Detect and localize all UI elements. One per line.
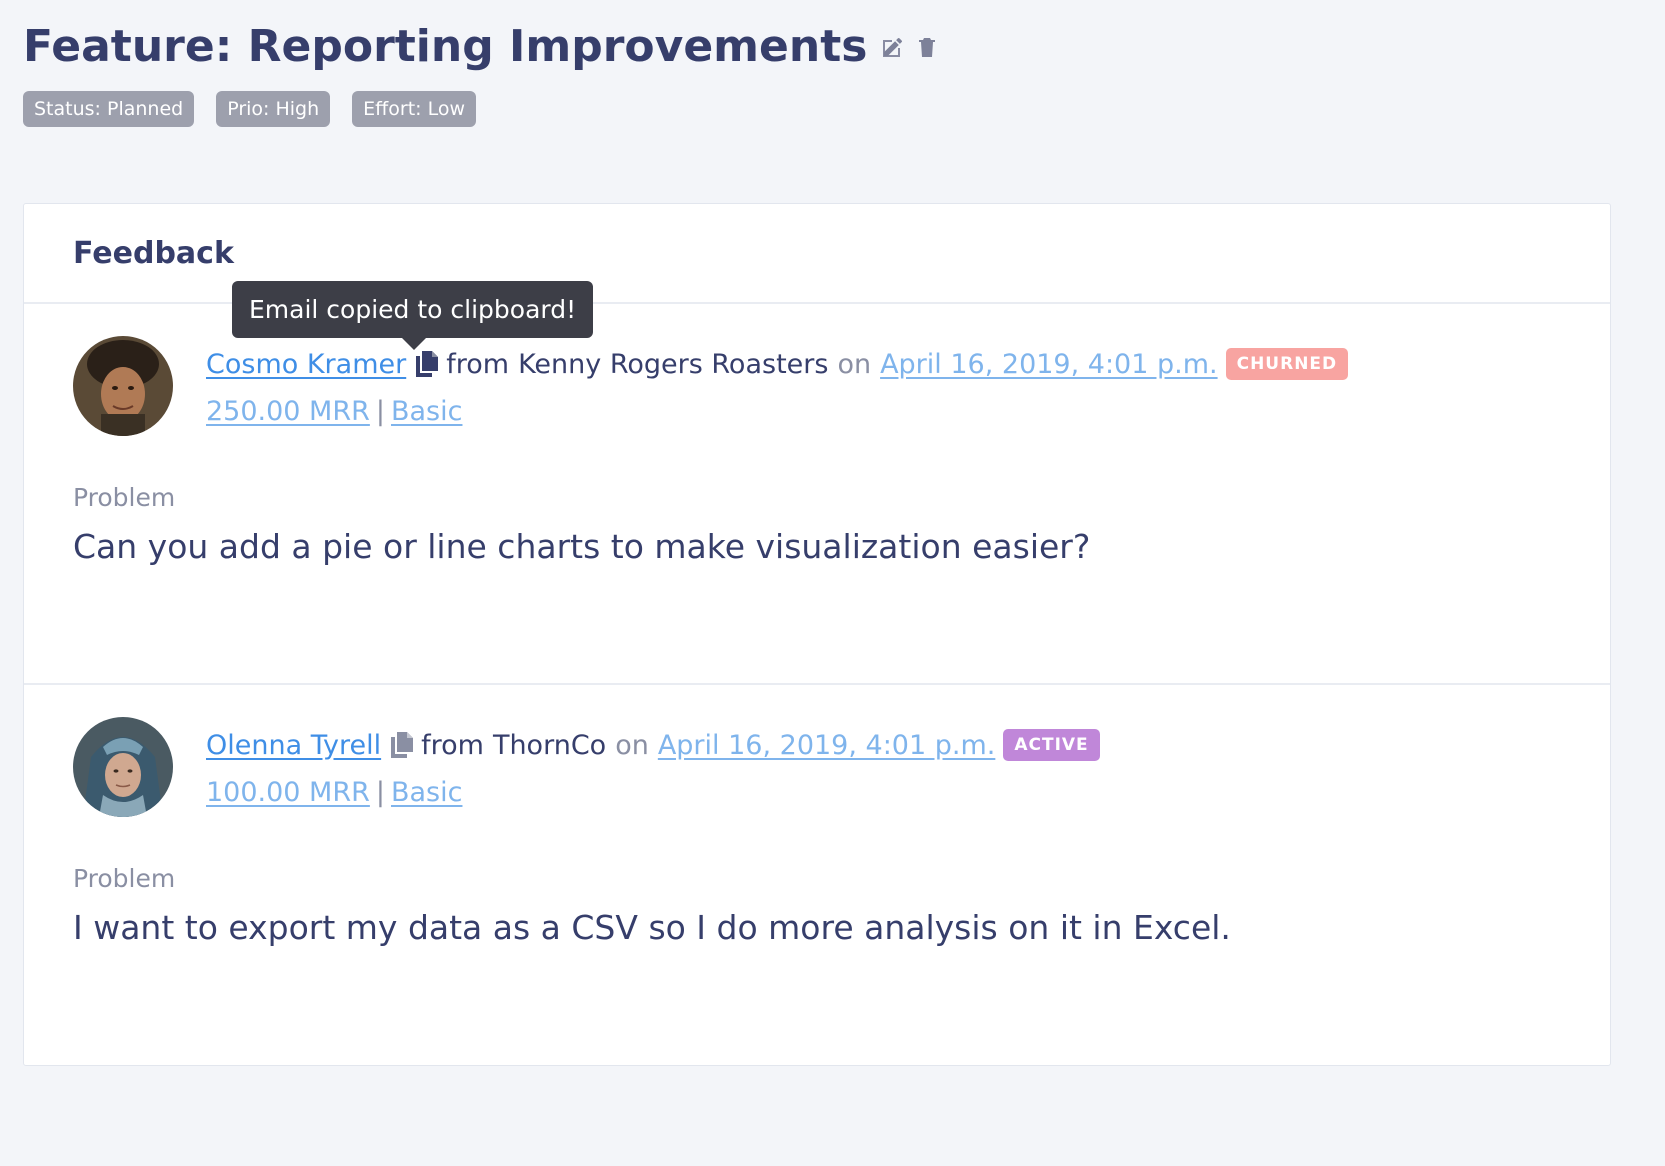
priority-tag: Prio: High bbox=[216, 91, 331, 127]
problem-label: Problem bbox=[73, 864, 176, 893]
feedback-meta: Cosmo Kramer from Kenny Rogers Roasters … bbox=[206, 342, 1590, 432]
plan-link[interactable]: Basic bbox=[391, 777, 462, 808]
effort-tag: Effort: Low bbox=[352, 91, 476, 127]
feedback-item: Cosmo Kramer from Kenny Rogers Roasters … bbox=[24, 304, 1610, 685]
mrr-link[interactable]: 250.00 MRR bbox=[206, 396, 370, 427]
edit-icon[interactable] bbox=[879, 33, 907, 61]
tag-list: Status: Planned Prio: High Effort: Low bbox=[23, 91, 1613, 127]
status-tag: Status: Planned bbox=[23, 91, 195, 127]
meta-line-secondary: 100.00 MRR | Basic bbox=[206, 773, 1590, 813]
from-label: from bbox=[421, 729, 484, 761]
on-label: on bbox=[615, 729, 649, 761]
mrr-link[interactable]: 100.00 MRR bbox=[206, 777, 370, 808]
on-label: on bbox=[837, 348, 872, 380]
avatar bbox=[73, 336, 173, 436]
from-label: from bbox=[446, 348, 510, 380]
problem-text: Can you add a pie or line charts to make… bbox=[73, 527, 1091, 566]
feedback-item: Olenna Tyrell from ThornCo on April 16, … bbox=[24, 685, 1610, 1066]
separator: | bbox=[375, 777, 385, 808]
problem-text: I want to export my data as a CSV so I d… bbox=[73, 908, 1231, 947]
problem-label: Problem bbox=[73, 483, 176, 512]
trash-icon[interactable] bbox=[913, 33, 941, 61]
plan-link[interactable]: Basic bbox=[391, 396, 462, 427]
page-title: Feature: Reporting Improvements bbox=[23, 21, 868, 72]
status-badge: ACTIVE bbox=[1003, 729, 1100, 761]
feedback-date-link[interactable]: April 16, 2019, 4:01 p.m. bbox=[658, 730, 996, 761]
company-name: Kenny Rogers Roasters bbox=[518, 348, 829, 380]
customer-name-link[interactable]: Cosmo Kramer bbox=[206, 349, 406, 380]
feedback-meta: Olenna Tyrell from ThornCo on April 16, … bbox=[206, 723, 1590, 813]
page-container: Feature: Reporting Improvements Status: … bbox=[23, 0, 1613, 1066]
feedback-date-link[interactable]: April 16, 2019, 4:01 p.m. bbox=[880, 349, 1218, 380]
title-row: Feature: Reporting Improvements bbox=[23, 0, 1613, 94]
copy-icon[interactable] bbox=[414, 349, 440, 379]
customer-name-link[interactable]: Olenna Tyrell bbox=[206, 730, 381, 761]
company-name: ThornCo bbox=[492, 729, 607, 761]
avatar bbox=[73, 717, 173, 817]
meta-line-primary: Olenna Tyrell from ThornCo on April 16, … bbox=[206, 723, 1590, 767]
status-badge: CHURNED bbox=[1225, 348, 1349, 380]
clipboard-tooltip: Email copied to clipboard! bbox=[232, 281, 594, 350]
meta-line-secondary: 250.00 MRR | Basic bbox=[206, 392, 1590, 432]
separator: | bbox=[375, 396, 385, 427]
copy-icon[interactable] bbox=[389, 730, 415, 760]
